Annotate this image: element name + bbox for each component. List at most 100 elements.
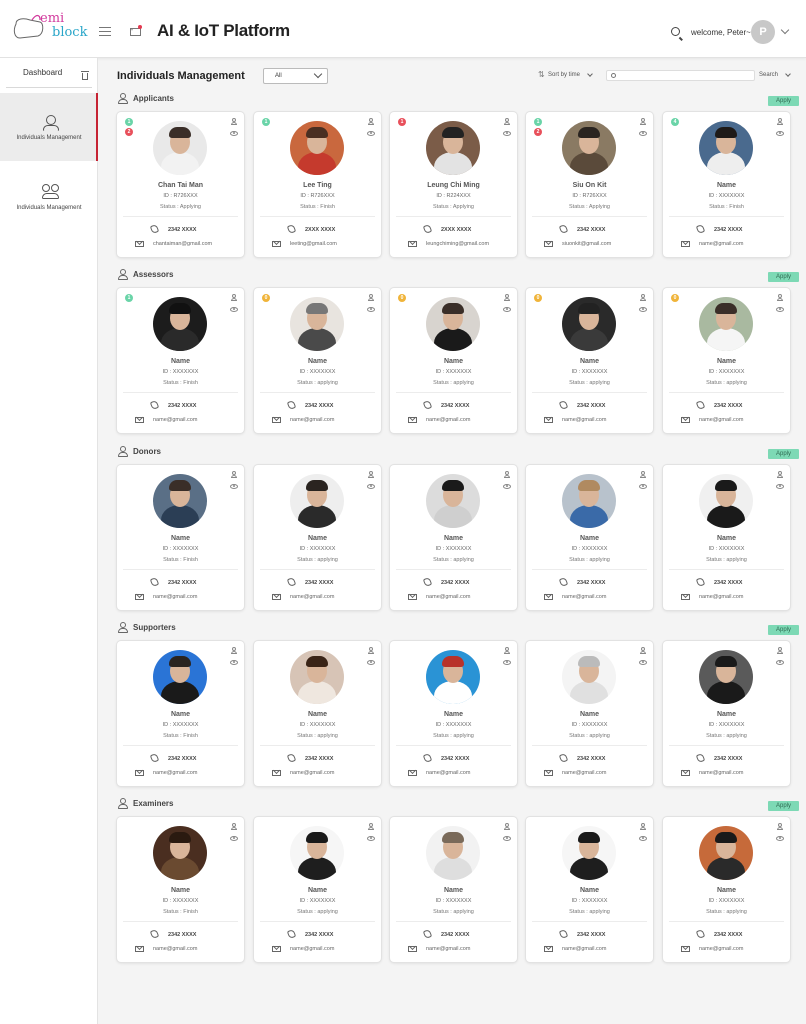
profile-photo[interactable]: [153, 826, 207, 880]
profile-photo[interactable]: [699, 297, 753, 351]
search-input[interactable]: [621, 71, 751, 80]
eye-icon[interactable]: [230, 307, 238, 312]
person-card[interactable]: Name ID : XXXXXXX Status : applying 2342 XX…: [663, 817, 790, 962]
assign-person-icon[interactable]: [368, 471, 374, 479]
person-card[interactable]: 0 Name ID : XXXXXXX Status : applying 2342 X…: [390, 288, 517, 433]
person-email[interactable]: name@gmail.com: [153, 594, 197, 600]
assign-person-icon[interactable]: [231, 823, 237, 831]
eye-icon[interactable]: [367, 660, 375, 665]
semiblock-logo[interactable]: emi block: [10, 10, 88, 46]
person-email[interactable]: name@gmail.com: [290, 770, 334, 776]
person-card[interactable]: 4 Name ID : XXXXXXX Status : Finish 2342 XXX…: [663, 112, 790, 257]
person-card[interactable]: Name ID : XXXXXXX Status : applying 2342 XX…: [390, 465, 517, 610]
assign-person-icon[interactable]: [231, 471, 237, 479]
user-avatar[interactable]: P: [751, 20, 775, 44]
profile-photo[interactable]: [426, 826, 480, 880]
person-card[interactable]: 1 Leung Chi Ming ID : R224XXX Status : Appl…: [390, 112, 517, 257]
assign-person-icon[interactable]: [777, 647, 783, 655]
profile-photo[interactable]: [426, 650, 480, 704]
hamburger-menu-icon[interactable]: [99, 27, 111, 36]
search-field[interactable]: [606, 70, 755, 81]
person-card[interactable]: Name ID : XXXXXXX Status : applying 2342 XX…: [526, 817, 653, 962]
apply-button[interactable]: Apply: [768, 272, 799, 282]
assign-person-icon[interactable]: [777, 118, 783, 126]
profile-photo[interactable]: [426, 474, 480, 528]
person-email[interactable]: name@gmail.com: [153, 946, 197, 952]
profile-photo[interactable]: [699, 121, 753, 175]
search-icon[interactable]: [671, 27, 680, 36]
eye-icon[interactable]: [503, 660, 511, 665]
person-email[interactable]: chantaiman@gmail.com: [153, 241, 212, 247]
person-email[interactable]: name@gmail.com: [153, 770, 197, 776]
eye-icon[interactable]: [230, 836, 238, 841]
profile-photo[interactable]: [562, 297, 616, 351]
assign-person-icon[interactable]: [504, 823, 510, 831]
apply-button[interactable]: Apply: [768, 625, 799, 635]
profile-photo[interactable]: [290, 826, 344, 880]
profile-photo[interactable]: [699, 826, 753, 880]
person-email[interactable]: name@gmail.com: [153, 417, 197, 423]
assign-person-icon[interactable]: [368, 823, 374, 831]
profile-photo[interactable]: [290, 121, 344, 175]
person-email[interactable]: siuonkit@gmail.com: [562, 241, 611, 247]
eye-icon[interactable]: [367, 484, 375, 489]
person-email[interactable]: name@gmail.com: [562, 770, 606, 776]
person-card[interactable]: 1 Lee Ting ID : R726XXX Status : Finish 2XXX…: [254, 112, 381, 257]
eye-icon[interactable]: [639, 660, 647, 665]
assign-person-icon[interactable]: [640, 823, 646, 831]
apply-button[interactable]: Apply: [768, 801, 799, 811]
profile-photo[interactable]: [562, 826, 616, 880]
eye-icon[interactable]: [639, 131, 647, 136]
person-card[interactable]: Name ID : XXXXXXX Status : applying 2342 XX…: [526, 641, 653, 786]
person-email[interactable]: name@gmail.com: [699, 417, 743, 423]
person-card[interactable]: 0 Name ID : XXXXXXX Status : applying 2342 X…: [663, 288, 790, 433]
sidebar-item-individuals-management[interactable]: Individuals Management: [0, 93, 98, 161]
person-email[interactable]: name@gmail.com: [699, 241, 743, 247]
eye-icon[interactable]: [776, 484, 784, 489]
profile-photo[interactable]: [562, 650, 616, 704]
apply-button[interactable]: Apply: [768, 449, 799, 459]
assign-person-icon[interactable]: [640, 471, 646, 479]
assign-person-icon[interactable]: [777, 471, 783, 479]
person-card[interactable]: 1 2 Chan Tai Man ID : R726XXX Status : Apply…: [117, 112, 244, 257]
person-email[interactable]: name@gmail.com: [562, 594, 606, 600]
profile-photo[interactable]: [153, 650, 207, 704]
profile-photo[interactable]: [153, 121, 207, 175]
profile-photo[interactable]: [562, 121, 616, 175]
profile-photo[interactable]: [426, 121, 480, 175]
person-card[interactable]: 1 Name ID : XXXXXXX Status : Finish 2342 XXX…: [117, 288, 244, 433]
assign-person-icon[interactable]: [231, 118, 237, 126]
assign-person-icon[interactable]: [504, 118, 510, 126]
person-email[interactable]: name@gmail.com: [290, 946, 334, 952]
person-email[interactable]: name@gmail.com: [426, 417, 470, 423]
eye-icon[interactable]: [503, 836, 511, 841]
eye-icon[interactable]: [776, 660, 784, 665]
person-email[interactable]: name@gmail.com: [426, 770, 470, 776]
person-email[interactable]: name@gmail.com: [290, 594, 334, 600]
eye-icon[interactable]: [503, 131, 511, 136]
person-card[interactable]: Name ID : XXXXXXX Status : applying 2342 XX…: [254, 465, 381, 610]
assign-person-icon[interactable]: [640, 118, 646, 126]
assign-person-icon[interactable]: [504, 471, 510, 479]
apply-button[interactable]: Apply: [768, 96, 799, 106]
person-email[interactable]: name@gmail.com: [562, 946, 606, 952]
eye-icon[interactable]: [503, 484, 511, 489]
sidebar-item-individuals-management-group[interactable]: Individuals Management: [0, 174, 98, 214]
assign-person-icon[interactable]: [777, 294, 783, 302]
person-card[interactable]: Name ID : XXXXXXX Status : applying 2342 XX…: [663, 641, 790, 786]
person-email[interactable]: name@gmail.com: [699, 946, 743, 952]
assign-person-icon[interactable]: [231, 294, 237, 302]
eye-icon[interactable]: [776, 307, 784, 312]
person-card[interactable]: Name ID : XXXXXXX Status : Finish 2342 XXXX…: [117, 641, 244, 786]
assign-person-icon[interactable]: [368, 118, 374, 126]
person-email[interactable]: name@gmail.com: [699, 594, 743, 600]
person-email[interactable]: name@gmail.com: [426, 946, 470, 952]
eye-icon[interactable]: [367, 307, 375, 312]
person-email[interactable]: leungchiming@gmail.com: [426, 241, 489, 247]
eye-icon[interactable]: [367, 131, 375, 136]
profile-photo[interactable]: [699, 650, 753, 704]
assign-person-icon[interactable]: [368, 647, 374, 655]
person-card[interactable]: Name ID : XXXXXXX Status : Finish 2342 XXXX…: [117, 817, 244, 962]
assign-person-icon[interactable]: [640, 294, 646, 302]
profile-photo[interactable]: [153, 297, 207, 351]
